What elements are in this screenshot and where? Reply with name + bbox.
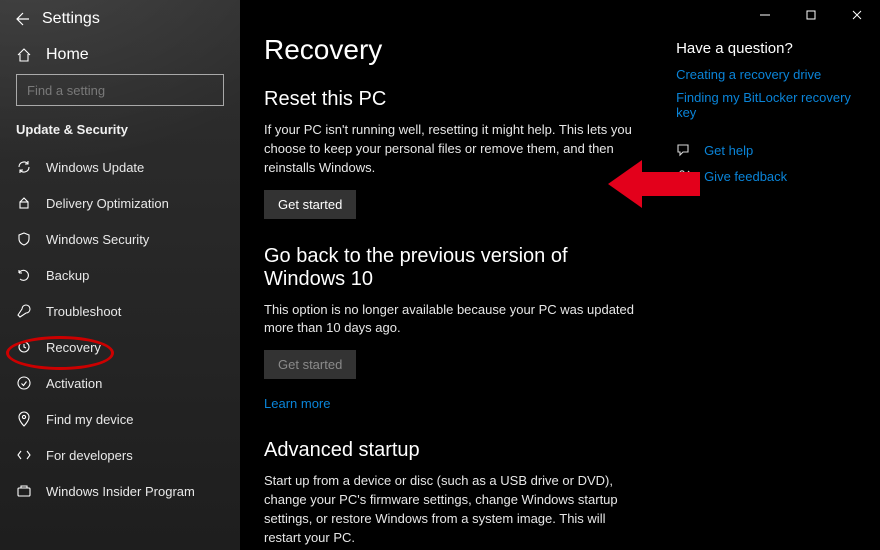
insider-icon	[16, 483, 32, 499]
advanced-title: Advanced startup	[264, 439, 640, 462]
back-icon[interactable]	[14, 11, 30, 27]
settings-sidebar: Settings Home Update & Security Windows …	[0, 0, 240, 550]
refresh-icon	[16, 159, 32, 175]
sidebar-item-delivery-optimization[interactable]: Delivery Optimization	[0, 185, 240, 221]
advanced-body: Start up from a device or disc (such as …	[264, 472, 640, 547]
goback-body: This option is no longer available becau…	[264, 301, 640, 339]
backup-icon	[16, 267, 32, 283]
window-close-button[interactable]	[834, 0, 880, 30]
sidebar-item-troubleshoot[interactable]: Troubleshoot	[0, 293, 240, 329]
feedback-icon	[676, 168, 692, 184]
sidebar-item-label: Windows Update	[46, 160, 144, 175]
question-header: Have a question?	[676, 40, 856, 57]
recovery-icon	[16, 339, 32, 355]
sidebar-item-label: Recovery	[46, 340, 101, 355]
sidebar-item-label: Find my device	[46, 412, 133, 427]
side-column: Have a question? Creating a recovery dri…	[676, 34, 856, 550]
give-feedback-row[interactable]: Give feedback	[676, 168, 856, 184]
sidebar-item-label: Windows Security	[46, 232, 149, 247]
section-reset-pc: Reset this PC If your PC isn't running w…	[264, 88, 640, 219]
sidebar-item-for-developers[interactable]: For developers	[0, 437, 240, 473]
sidebar-item-windows-security[interactable]: Windows Security	[0, 221, 240, 257]
developers-icon	[16, 447, 32, 463]
sidebar-item-label: Troubleshoot	[46, 304, 121, 319]
section-advanced-startup: Advanced startup Start up from a device …	[264, 439, 640, 550]
sidebar-item-backup[interactable]: Backup	[0, 257, 240, 293]
sidebar-home-label: Home	[46, 46, 89, 64]
sidebar-item-label: For developers	[46, 448, 133, 463]
link-bitlocker-key[interactable]: Finding my BitLocker recovery key	[676, 90, 856, 120]
search-input[interactable]	[17, 83, 213, 98]
goback-get-started-button: Get started	[264, 350, 356, 379]
link-recovery-drive[interactable]: Creating a recovery drive	[676, 67, 856, 82]
sidebar-item-label: Activation	[46, 376, 102, 391]
findmydevice-icon	[16, 411, 32, 427]
reset-body: If your PC isn't running well, resetting…	[264, 121, 640, 178]
activation-icon	[16, 375, 32, 391]
give-feedback-link[interactable]: Give feedback	[704, 169, 787, 184]
goback-title: Go back to the previous version of Windo…	[264, 245, 640, 291]
search-icon[interactable]	[213, 82, 233, 98]
window-maximize-button[interactable]	[788, 0, 834, 30]
search-input-wrapper[interactable]	[16, 74, 224, 106]
sidebar-item-windows-update[interactable]: Windows Update	[0, 149, 240, 185]
sidebar-item-recovery[interactable]: Recovery	[0, 329, 240, 365]
sidebar-item-label: Backup	[46, 268, 89, 283]
sidebar-item-windows-insider[interactable]: Windows Insider Program	[0, 473, 240, 509]
sidebar-item-label: Delivery Optimization	[46, 196, 169, 211]
window-minimize-button[interactable]	[742, 0, 788, 30]
help-icon	[676, 142, 692, 158]
sidebar-menu: Windows Update Delivery Optimization Win…	[0, 149, 240, 509]
troubleshoot-icon	[16, 303, 32, 319]
page-title: Recovery	[264, 34, 640, 66]
delivery-icon	[16, 195, 32, 211]
sidebar-home[interactable]: Home	[0, 36, 240, 74]
sidebar-item-find-my-device[interactable]: Find my device	[0, 401, 240, 437]
main-pane: Recovery Reset this PC If your PC isn't …	[240, 0, 880, 550]
titlebar: Settings	[0, 0, 240, 36]
sidebar-item-activation[interactable]: Activation	[0, 365, 240, 401]
section-go-back: Go back to the previous version of Windo…	[264, 245, 640, 414]
window-controls	[742, 0, 880, 30]
sidebar-section-header: Update & Security	[0, 120, 240, 149]
shield-icon	[16, 231, 32, 247]
content-column: Recovery Reset this PC If your PC isn't …	[264, 34, 640, 550]
goback-learn-more-link[interactable]: Learn more	[264, 396, 330, 411]
sidebar-item-label: Windows Insider Program	[46, 484, 195, 499]
reset-get-started-button[interactable]: Get started	[264, 190, 356, 219]
home-icon	[16, 47, 32, 63]
get-help-link[interactable]: Get help	[704, 143, 753, 158]
get-help-row[interactable]: Get help	[676, 142, 856, 158]
reset-title: Reset this PC	[264, 88, 640, 111]
window-title: Settings	[42, 10, 100, 28]
